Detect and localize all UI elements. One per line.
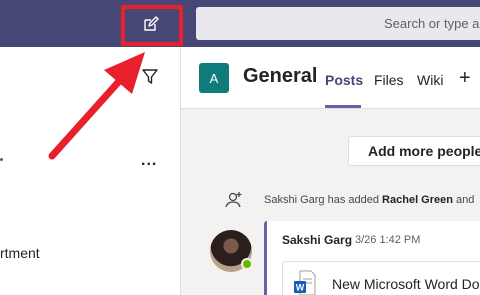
presence-available-icon xyxy=(241,258,253,270)
post-timestamp: 3/26 1:42 PM xyxy=(355,234,421,246)
tab-posts[interactable]: Posts xyxy=(325,72,363,88)
team-avatar[interactable]: A xyxy=(199,63,229,93)
search-placeholder: Search or type a xyxy=(384,16,480,31)
tab-files[interactable]: Files xyxy=(374,72,404,88)
add-tab-button[interactable]: + xyxy=(459,67,471,90)
system-message-target: Rachel Green xyxy=(382,194,453,206)
highlight-box xyxy=(121,5,183,46)
left-pane: ... rtment xyxy=(0,47,180,295)
tab-wiki[interactable]: Wiki xyxy=(417,72,443,88)
top-app-bar: Search or type a xyxy=(0,0,480,47)
file-attachment[interactable]: W New Microsoft Word Doc xyxy=(282,261,480,295)
post-card: Sakshi Garg 3/26 1:42 PM W New Microsoft… xyxy=(264,221,480,295)
system-message-actor: Sakshi Garg xyxy=(264,194,325,206)
active-tab-indicator xyxy=(325,105,361,108)
department-label: rtment xyxy=(0,245,40,261)
svg-text:W: W xyxy=(296,283,305,293)
filter-icon[interactable] xyxy=(140,67,160,87)
post-author[interactable]: Sakshi Garg xyxy=(282,233,352,247)
file-name: New Microsoft Word Doc xyxy=(332,276,480,292)
system-message-tail: and xyxy=(456,194,475,206)
word-doc-icon: W xyxy=(294,270,316,295)
system-message: Sakshi Garg has added Rachel Green and xyxy=(264,194,474,206)
add-more-people-button[interactable]: Add more people xyxy=(348,136,480,166)
channel-title: General xyxy=(243,65,318,87)
add-person-icon xyxy=(225,192,242,208)
system-message-verb: has added xyxy=(327,194,379,206)
more-options-icon[interactable]: ... xyxy=(141,152,157,170)
channel-header: A General Posts Files Wiki + xyxy=(181,47,480,109)
add-more-people-label: Add more people xyxy=(368,143,480,159)
bullet-dot xyxy=(0,158,3,161)
